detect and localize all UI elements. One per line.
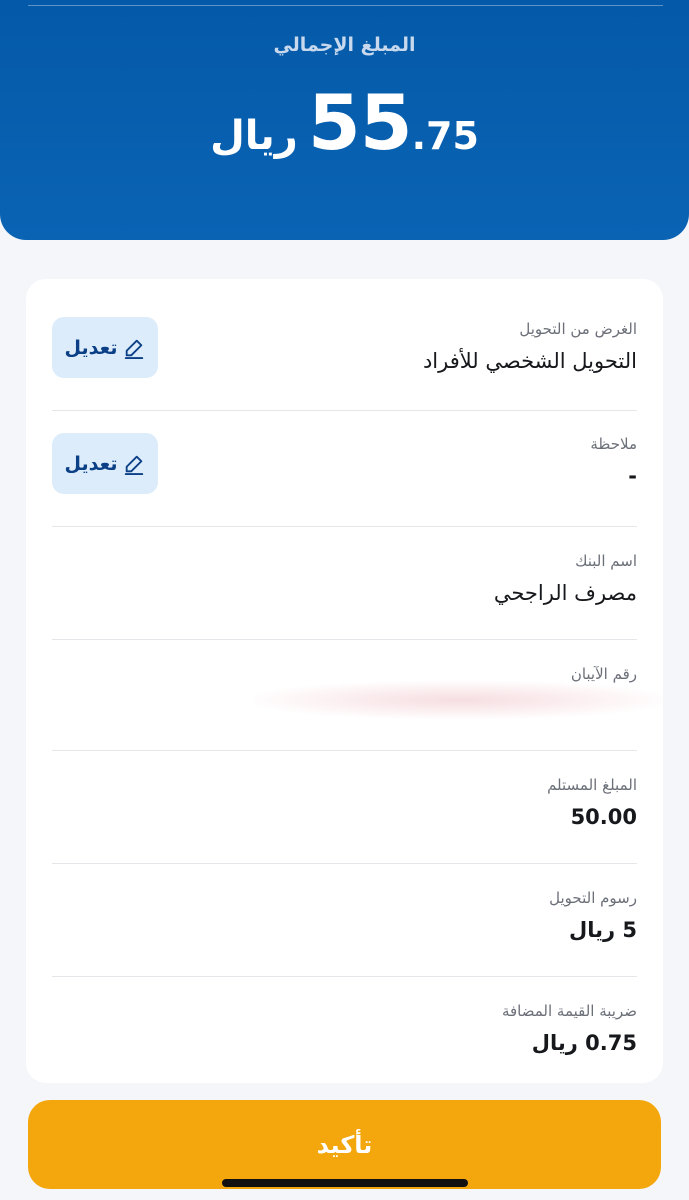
divider — [52, 976, 637, 977]
transfer-details-card: الغرض من التحويل التحويل الشخصي للأفراد … — [26, 279, 664, 1083]
bank-row: اسم البنك مصرف الراجحي — [52, 551, 637, 607]
edit-note-button[interactable]: تعديل — [52, 433, 158, 494]
vat-label: ضريبة القيمة المضافة — [501, 1002, 637, 1020]
fees-row: رسوم التحويل 5 ريال — [52, 888, 637, 944]
edit-purpose-label: تعديل — [64, 336, 118, 359]
pencil-icon — [125, 455, 144, 475]
total-amount-label: المبلغ الإجمالي — [273, 34, 416, 56]
received-label: المبلغ المستلم — [547, 776, 637, 794]
amount-integer: 55 — [307, 78, 413, 167]
pencil-icon — [125, 339, 144, 359]
divider — [52, 526, 637, 527]
received-row: المبلغ المستلم 50.00 — [52, 775, 637, 831]
header-divider — [28, 5, 663, 6]
fees-label: رسوم التحويل — [549, 889, 637, 907]
summary-header: المبلغ الإجمالي ريال 55 .75 — [0, 0, 689, 240]
received-value: 50.00 — [570, 805, 637, 829]
bank-label: اسم البنك — [575, 552, 637, 570]
amount-decimal: .75 — [411, 114, 479, 158]
divider — [52, 750, 637, 751]
home-indicator — [222, 1179, 468, 1187]
edit-purpose-button[interactable]: تعديل — [52, 317, 158, 378]
iban-redaction — [254, 681, 664, 719]
vat-value: 0.75 ريال — [531, 1031, 637, 1055]
edit-note-label: تعديل — [64, 452, 118, 475]
amount-currency: ريال — [210, 113, 298, 159]
total-amount: ريال 55 .75 — [0, 78, 689, 167]
bank-value: مصرف الراجحي — [493, 581, 637, 605]
divider — [52, 863, 637, 864]
divider — [52, 410, 637, 411]
divider — [52, 639, 637, 640]
vat-row: ضريبة القيمة المضافة 0.75 ريال — [52, 1001, 637, 1057]
fees-value: 5 ريال — [568, 918, 637, 942]
confirm-button[interactable]: تأكيد — [28, 1100, 661, 1189]
